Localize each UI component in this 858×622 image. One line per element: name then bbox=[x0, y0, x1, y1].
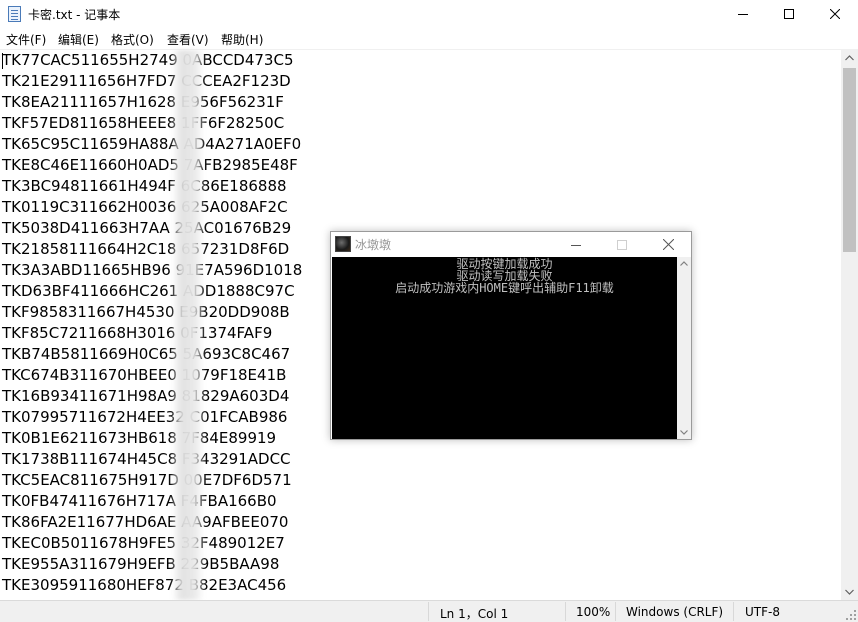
text-line: TKE955A311679H9EFB 229B5BAA98 bbox=[2, 555, 280, 573]
close-button[interactable] bbox=[812, 0, 858, 28]
text-line: TK0119C311662H0036 625A008AF2C bbox=[2, 198, 288, 216]
notepad-app-icon bbox=[8, 6, 21, 22]
vertical-scrollbar[interactable] bbox=[841, 50, 858, 600]
redaction-blur bbox=[172, 50, 204, 600]
text-line: TK3A3ABD11665HB96 91E7A596D1018 bbox=[2, 261, 303, 279]
text-line: TKF9858311667H4530 E9B20DD908B bbox=[2, 303, 290, 321]
console-minimize-button[interactable] bbox=[553, 232, 599, 257]
text-line: TK77CAC511655H2749 0ABCCD473C5 bbox=[2, 51, 294, 69]
console-vertical-scrollbar[interactable] bbox=[677, 257, 691, 439]
text-line: TK16B93411671H98A9 81829A603D4 bbox=[2, 387, 290, 405]
scrollbar-thumb[interactable] bbox=[843, 68, 856, 252]
text-line: TKC5EAC811675H917D 00E7DF6D571 bbox=[2, 471, 292, 489]
console-window[interactable]: 冰墩墩 驱动按键加载成功 驱动读写加载失败 启动成功游戏内HOME键呼出辅助F1… bbox=[330, 231, 692, 440]
menu-view[interactable]: 查看(V) bbox=[167, 31, 209, 48]
text-line: TK5038D411663H7AA 25AC01676B29 bbox=[2, 219, 292, 237]
text-line: TKC674B311670HBEE0 1079F18E41B bbox=[2, 366, 287, 384]
text-line: TK65C95C11659HA88A AD4A271A0EF0 bbox=[2, 135, 302, 153]
maximize-icon bbox=[617, 239, 627, 250]
text-line: TKE3095911680HEF872 B82E3AC456 bbox=[2, 576, 287, 594]
menu-format[interactable]: 格式(O) bbox=[111, 31, 154, 48]
status-bar: Ln 1，Col 1 100% Windows (CRLF) UTF-8 bbox=[0, 600, 858, 622]
maximize-icon bbox=[784, 9, 794, 19]
menu-edit[interactable]: 编辑(E) bbox=[58, 31, 99, 48]
text-line: TK8EA21111657H1628 E956F56231F bbox=[2, 93, 284, 111]
text-line: TKEC0B5011678H9FE5 32F489012E7 bbox=[2, 534, 285, 552]
text-line: TKF85C7211668H3016 0F1374FAF9 bbox=[2, 324, 273, 342]
menu-file[interactable]: 文件(F) bbox=[6, 31, 46, 48]
text-line: TK0B1E6211673HB618 7F84E89919 bbox=[2, 429, 277, 447]
text-line: TKB74B5811669H0C65 5A693C8C467 bbox=[2, 345, 291, 363]
maximize-button[interactable] bbox=[766, 0, 812, 28]
minimize-button[interactable] bbox=[720, 0, 766, 28]
status-divider bbox=[565, 602, 566, 621]
minimize-icon bbox=[738, 14, 748, 15]
console-close-button[interactable] bbox=[645, 232, 691, 257]
status-divider bbox=[428, 602, 429, 621]
scroll-down-arrow-icon[interactable] bbox=[680, 430, 688, 435]
scroll-down-arrow-icon[interactable] bbox=[845, 589, 854, 595]
console-app-icon bbox=[335, 236, 351, 252]
close-icon bbox=[830, 9, 840, 19]
status-divider bbox=[615, 602, 616, 621]
text-line: TK0FB47411676H717A F4FBA166B0 bbox=[2, 492, 277, 510]
text-line: TK1738B111674H45C8 F343291ADCC bbox=[2, 450, 291, 468]
text-line: TK07995711672H4EE32 C01FCAB986 bbox=[2, 408, 288, 426]
console-maximize-button[interactable] bbox=[599, 232, 645, 257]
resize-grip-icon[interactable] bbox=[846, 610, 856, 620]
menu-bar: 文件(F) 编辑(E) 格式(O) 查看(V) 帮助(H) bbox=[0, 28, 858, 49]
status-zoom: 100% bbox=[576, 605, 611, 619]
status-encoding: UTF-8 bbox=[745, 605, 780, 619]
scroll-up-arrow-icon[interactable] bbox=[845, 55, 854, 61]
minimize-icon bbox=[571, 244, 581, 246]
text-line: TK21858111664H2C18 657231D8F6D bbox=[2, 240, 290, 258]
status-divider bbox=[733, 602, 734, 621]
status-cursor-position: Ln 1，Col 1 bbox=[440, 607, 509, 621]
console-output: 驱动按键加载成功 驱动读写加载失败 启动成功游戏内HOME键呼出辅助F11卸载 bbox=[332, 257, 677, 439]
text-line: TK3BC94811661H494F 6C86E186888 bbox=[2, 177, 287, 195]
console-title: 冰墩墩 bbox=[355, 238, 392, 252]
status-line-ending: Windows (CRLF) bbox=[626, 605, 724, 619]
menu-help[interactable]: 帮助(H) bbox=[221, 31, 263, 48]
console-line: 启动成功游戏内HOME键呼出辅助F11卸载 bbox=[395, 281, 614, 295]
close-icon bbox=[662, 239, 674, 250]
window-title: 卡密.txt - 记事本 bbox=[28, 8, 121, 22]
console-title-bar[interactable]: 冰墩墩 bbox=[331, 232, 691, 257]
text-line: TK21E29111656H7FD7 CCCEA2F123D bbox=[2, 72, 291, 90]
text-caret bbox=[2, 53, 3, 69]
title-bar[interactable]: 卡密.txt - 记事本 bbox=[0, 0, 858, 28]
text-line: TKD63BF411666HC261 ADD1888C97C bbox=[2, 282, 295, 300]
text-line: TK86FA2E11677HD6AE AA9AFBEE070 bbox=[2, 513, 289, 531]
text-line: TKF57ED811658HEEE8 1FF6F28250C bbox=[2, 114, 285, 132]
scroll-up-arrow-icon[interactable] bbox=[680, 261, 688, 266]
text-line: TKE8C46E11660H0AD5 7AFB2985E48F bbox=[2, 156, 298, 174]
